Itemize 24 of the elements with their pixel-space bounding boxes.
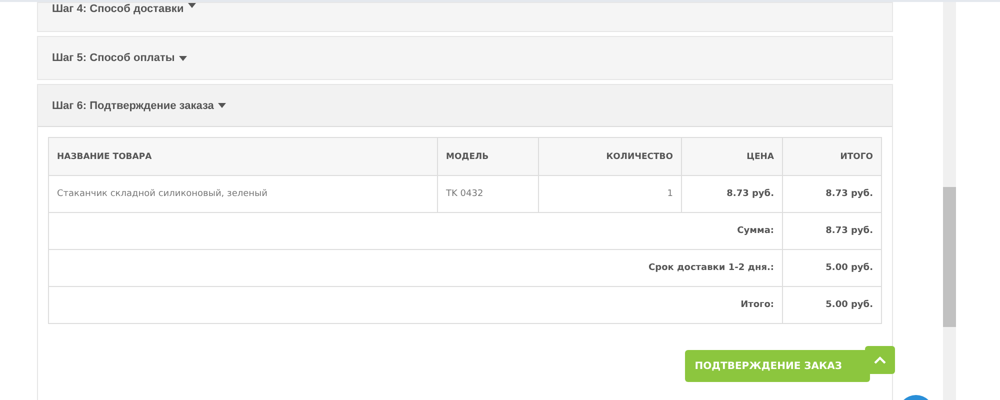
column-header: НАЗВАНИЕ ТОВАРА (48, 138, 438, 176)
table-cell: 5.00 руб. (782, 250, 882, 286)
table-cell: Итого: (48, 286, 782, 324)
table-cell: 8.73 руб. (782, 176, 882, 212)
table-cell: TK 0432 (438, 176, 538, 212)
table-cell: 5.00 руб. (782, 286, 882, 324)
table-cell: Сумма: (48, 212, 782, 250)
scrollbar[interactable] (943, 2, 956, 400)
caret-icon (218, 103, 226, 108)
column-header: ЦЕНА (682, 138, 782, 176)
column-header: МОДЕЛЬ (438, 138, 538, 176)
column-header: КОЛИЧЕСТВО (538, 138, 682, 176)
table-cell: 1 (538, 176, 682, 212)
table-cell: 8.73 руб. (682, 176, 782, 212)
scroll-to-top-button[interactable] (865, 346, 895, 374)
chevron-up-icon (874, 356, 886, 364)
step-header[interactable]: Шаг 4: Способ доставки (38, 3, 892, 31)
step-header[interactable]: Шаг 5: Способ оплаты (38, 37, 892, 79)
table-cell: Стаканчик складной силиконовый, зеленый (48, 176, 438, 212)
table-cell: 8.73 руб. (782, 212, 882, 250)
caret-icon (178, 56, 187, 60)
caret-icon (188, 3, 196, 8)
column-header: ИТОГО (782, 138, 882, 176)
table-cell: Срок доставки 1-2 дня.: (48, 250, 782, 286)
